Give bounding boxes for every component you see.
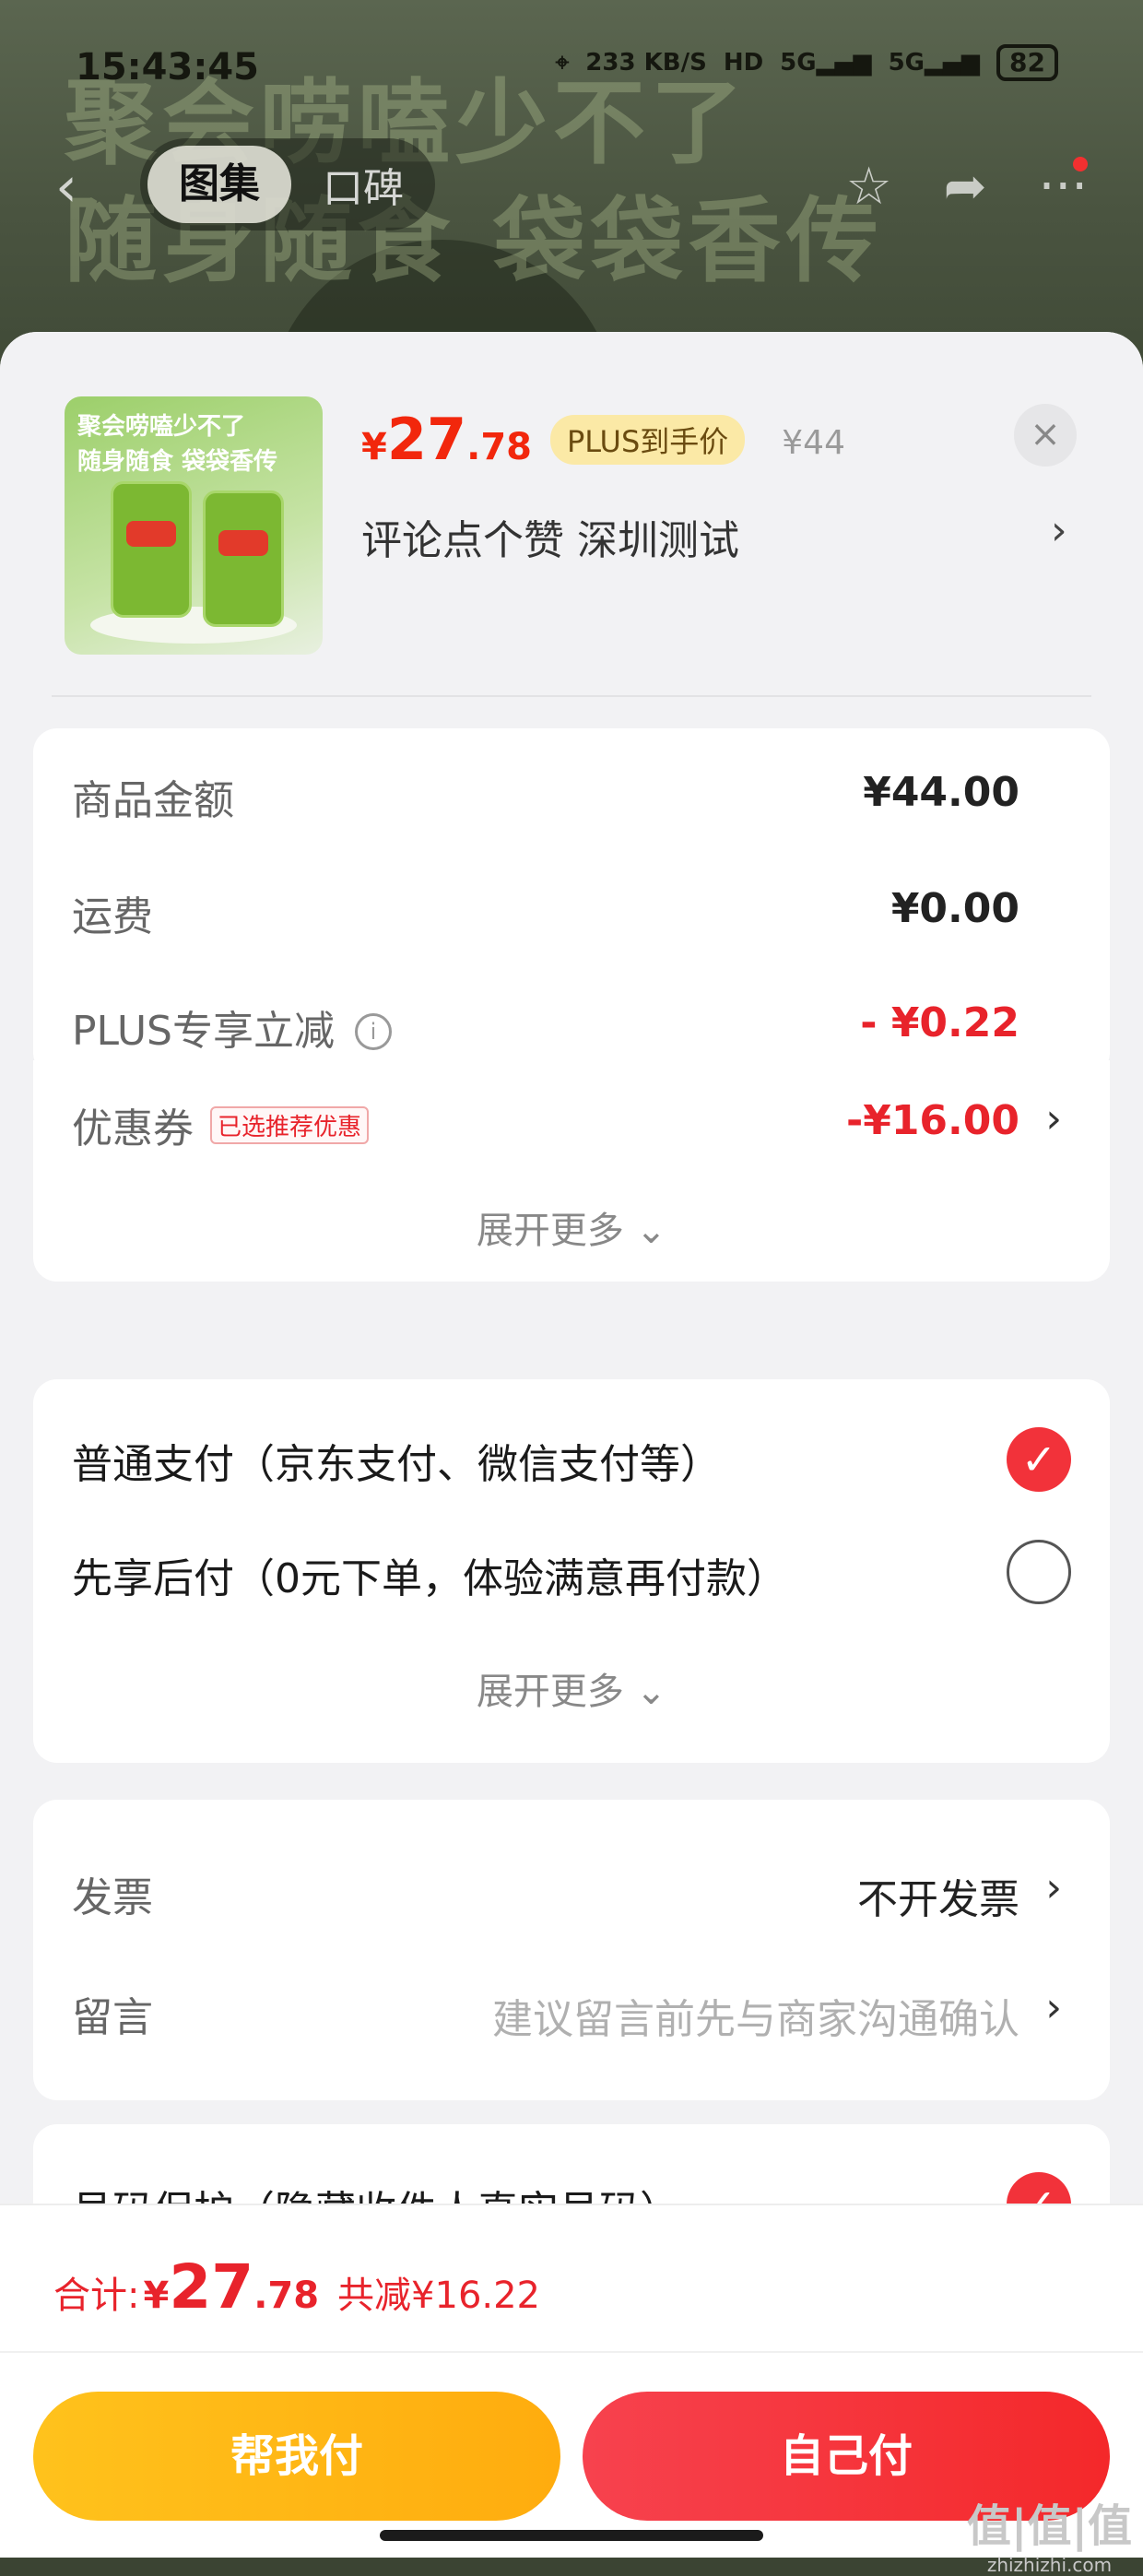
jar-label <box>126 521 176 547</box>
tab-reviews[interactable]: 口碑 <box>291 155 435 214</box>
message-placeholder[interactable]: 建议留言前先与商家沟通确认 <box>492 1986 1019 2045</box>
status-time: 15:43:45 <box>76 46 259 89</box>
battery-icon: 82 <box>996 44 1058 81</box>
location-icon: ⌖ <box>555 48 570 77</box>
status-icons: ⌖ 233 KB/S HD 5G▂▄▆ 5G▂▄▆ 82 <box>556 44 1058 81</box>
watermark-text: 值|值|值 <box>966 2500 1132 2552</box>
top-nav: ‹ 图集 口碑 ☆ ➦ ··· <box>0 138 1143 230</box>
row-label-text: 优惠券 <box>72 1105 194 1152</box>
product-jar-image <box>111 481 192 618</box>
watermark: 值|值|值 zhizhizhi.com <box>967 2489 1132 2576</box>
thumbnail-caption-line: 聚会唠嗑少不了 <box>77 413 246 441</box>
expand-more-label: 展开更多 <box>476 1671 624 1713</box>
invoice-value: 不开发票 <box>857 1876 1019 1923</box>
close-button[interactable]: × <box>1014 404 1077 467</box>
coupon-tag: 已选推荐优惠 <box>210 1106 370 1144</box>
star-icon[interactable]: ☆ <box>845 157 891 217</box>
chevron-down-icon: ⌄ <box>635 1210 667 1252</box>
payment-method-card: 普通支付（京东支付、微信支付等） ✓ 先享后付（0元下单，体验满意再付款） 展开… <box>33 1379 1110 1763</box>
radio-checked-icon[interactable]: ✓ <box>1007 1427 1071 1492</box>
original-price: ¥44 <box>782 424 845 462</box>
product-spec[interactable]: 评论点个赞 深圳测试 <box>361 507 739 566</box>
expand-more-button[interactable]: 展开更多 ⌄ <box>33 1200 1110 1254</box>
plus-price-badge: PLUS到手价 <box>549 415 746 465</box>
help-me-pay-button[interactable]: 帮我付 <box>33 2392 560 2521</box>
product-jar-image <box>203 490 284 627</box>
price-integer: 27 <box>386 406 467 473</box>
price-summary-card-overlay <box>33 728 1110 1077</box>
notification-dot <box>1073 157 1088 171</box>
payment-option-pay-later[interactable]: 先享后付（0元下单，体验满意再付款） <box>72 1545 787 1604</box>
checkout-footer: 合计: ¥ 27 .78 共减¥16.22 帮我付 自己付 值|值|值 zhiz… <box>0 2204 1143 2576</box>
product-price: ¥ 27 .78 PLUS到手价 ¥44 <box>361 406 845 473</box>
total-saved: 共减¥16.22 <box>337 2275 541 2317</box>
chevron-right-icon[interactable]: › <box>1045 1095 1062 1142</box>
expand-more-button[interactable]: 展开更多 ⌄ <box>33 1661 1110 1715</box>
divider <box>0 2351 1143 2353</box>
thumbnail-caption: 聚会唠嗑少不了 随身随食 袋袋香传 <box>77 409 277 479</box>
price-decimal: .78 <box>466 426 532 468</box>
chevron-right-icon[interactable]: › <box>1045 1864 1062 1911</box>
total-currency: ¥ <box>143 2275 170 2317</box>
net-speed: 233 KB/S <box>585 49 707 77</box>
invoice-message-card: 发票 不开发票 › 留言 建议留言前先与商家沟通确认 › <box>33 1800 1110 2100</box>
share-icon[interactable]: ➦ <box>944 157 987 217</box>
product-summary: 聚会唠嗑少不了 随身随食 袋袋香传 ¥ 27 .78 PLUS到手价 ¥44 ×… <box>0 332 1143 697</box>
signal-icon: 5G▂▄▆ <box>888 49 981 77</box>
back-icon[interactable]: ‹ <box>55 155 77 219</box>
nav-actions: ☆ ➦ ··· <box>845 157 1088 217</box>
payment-option-standard[interactable]: 普通支付（京东支付、微信支付等） <box>72 1431 721 1490</box>
product-thumbnail[interactable]: 聚会唠嗑少不了 随身随食 袋袋香传 <box>65 396 323 655</box>
total-integer: 27 <box>169 2251 254 2322</box>
row-value: -¥16.00 <box>845 1097 1019 1144</box>
divider <box>52 695 1091 697</box>
chevron-right-icon[interactable]: › <box>1051 507 1067 554</box>
signal-label: 5G <box>888 49 925 77</box>
thumbnail-caption-line: 随身随食 袋袋香传 <box>77 448 278 476</box>
price-summary-card-lower: 优惠券 已选推荐优惠 -¥16.00 › 展开更多 ⌄ <box>33 1060 1110 1282</box>
signal-icon: 5G▂▄▆ <box>780 49 872 77</box>
total-label: 合计: <box>53 2275 140 2317</box>
hd-icon: HD <box>723 49 764 77</box>
total-decimal: .78 <box>253 2275 320 2317</box>
row-message[interactable]: 留言 建议留言前先与商家沟通确认 › <box>33 1966 1110 2049</box>
jar-label <box>218 530 268 556</box>
price-currency: ¥ <box>361 426 387 468</box>
tab-gallery[interactable]: 图集 <box>147 146 291 223</box>
signal-label: 5G <box>780 49 817 77</box>
row-coupon[interactable]: 优惠券 已选推荐优惠 -¥16.00 › <box>33 1077 1110 1160</box>
chevron-down-icon: ⌄ <box>635 1671 667 1713</box>
row-label: 留言 <box>72 1994 153 2041</box>
watermark-url: zhizhizhi.com <box>986 2554 1113 2576</box>
gallery-tabs: 图集 口碑 <box>140 138 435 230</box>
order-total: 合计: ¥ 27 .78 共减¥16.22 <box>53 2251 540 2322</box>
home-indicator[interactable] <box>380 2530 763 2541</box>
expand-more-label: 展开更多 <box>476 1210 624 1252</box>
row-invoice[interactable]: 发票 不开发票 › <box>33 1846 1110 1929</box>
status-bar: 15:43:45 ⌖ 233 KB/S HD 5G▂▄▆ 5G▂▄▆ 82 <box>0 37 1143 101</box>
row-label: 优惠券 已选推荐优惠 <box>72 1095 370 1154</box>
row-label: 发票 <box>72 1874 153 1921</box>
radio-unchecked-icon[interactable] <box>1007 1540 1071 1604</box>
chevron-right-icon[interactable]: › <box>1045 1984 1062 2031</box>
